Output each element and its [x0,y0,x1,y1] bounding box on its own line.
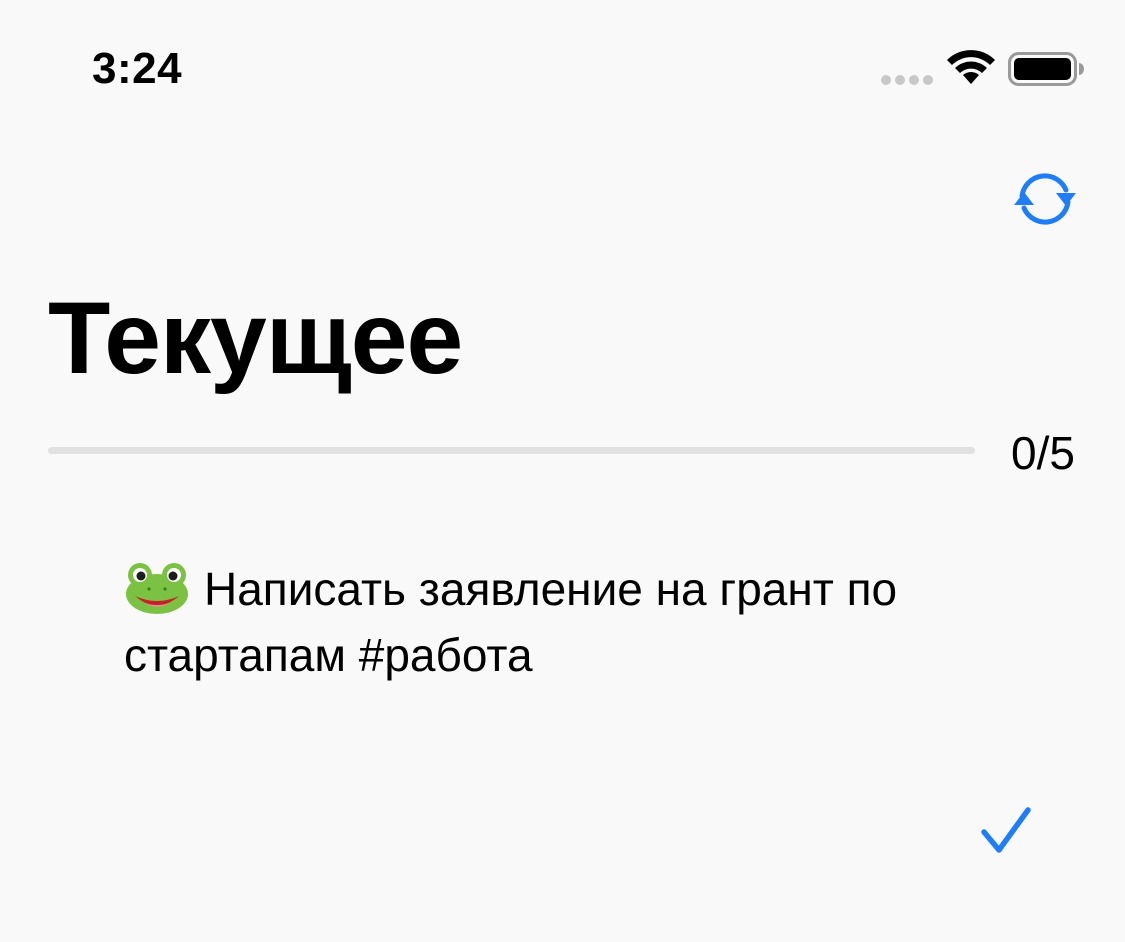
status-time: 3:24 [92,44,183,93]
page-title: Текущее [48,281,463,395]
progress-count: 0/5 [1011,427,1075,479]
task-text-block: Написать заявление на грант по стартапам… [124,556,1024,688]
checkmark-icon [981,807,1031,853]
wifi-icon [947,50,995,84]
status-bar: 3:24 [0,0,1125,132]
complete-task-button[interactable] [980,804,1032,856]
refresh-button[interactable] [1010,168,1080,230]
frog-face-icon [126,563,188,614]
cellular-signal-icon [881,75,933,85]
task-text: Написать заявление на грант по стартапам… [124,563,898,681]
refresh-icon [1014,173,1076,225]
task-item[interactable]: Написать заявление на грант по стартапам… [124,556,1024,688]
progress-bar [48,447,975,454]
battery-icon [1008,52,1084,86]
